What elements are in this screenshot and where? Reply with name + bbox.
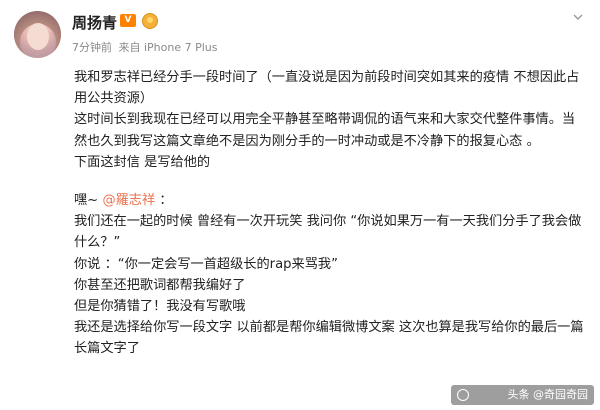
avatar[interactable] [14, 11, 61, 58]
post-source: 来自 iPhone 7 Plus [118, 41, 218, 54]
letter-line: 我还是选择给你写一段文字 以前都是帮你编辑微博文案 这次也算是我写给你的最后一篇… [74, 320, 584, 357]
greeting-text: 嘿~ [74, 193, 103, 209]
letter-line: 我们还在一起的时候 曾经有一次开玩笑 我问你 “你说如果万一有一天我们分手了我会… [74, 214, 582, 251]
mention-link[interactable]: @羅志祥 [102, 193, 155, 208]
letter-line: 你甚至还把歌词都帮我编好了 [74, 277, 246, 293]
post-paragraph: 我和罗志祥已经分手一段时间了（一直没说是因为前段时间突如其来的疫情 不想因此占用… [74, 70, 580, 107]
post-time: 7分钟前 [72, 41, 112, 54]
chevron-down-icon[interactable] [573, 12, 583, 22]
post-header: 周扬青 V 7分钟前 来自 iPhone 7 Plus [0, 0, 600, 62]
greeting-colon: ： [155, 193, 173, 209]
vip-icon: V [120, 14, 136, 27]
post-paragraph: 这时间长到我现在已经可以用完全平静甚至略带调侃的语气来和大家交代整件事情。当然也… [74, 112, 576, 149]
medal-badge-icon[interactable] [142, 13, 158, 29]
letter-line: 你说 ：“你一定会写一首超级长的rap来骂我” [74, 256, 338, 272]
toutiao-icon [457, 389, 469, 401]
username[interactable]: 周扬青 [72, 12, 117, 33]
letter-greeting: 嘿~ @羅志祥 ： [74, 190, 586, 211]
watermark: 头条 @奇园奇园 [451, 385, 594, 405]
avatar-face [27, 23, 49, 50]
letter-line: 但是你猜错了！我没有写歌哦 [74, 299, 246, 315]
post-meta: 7分钟前 来自 iPhone 7 Plus [72, 39, 218, 55]
post-content: 我和罗志祥已经分手一段时间了（一直没说是因为前段时间突如其来的疫情 不想因此占用… [74, 67, 586, 360]
post-paragraph: 下面这封信 是写给他的 [74, 154, 211, 170]
watermark-text: 头条 @奇园奇园 [507, 388, 589, 401]
